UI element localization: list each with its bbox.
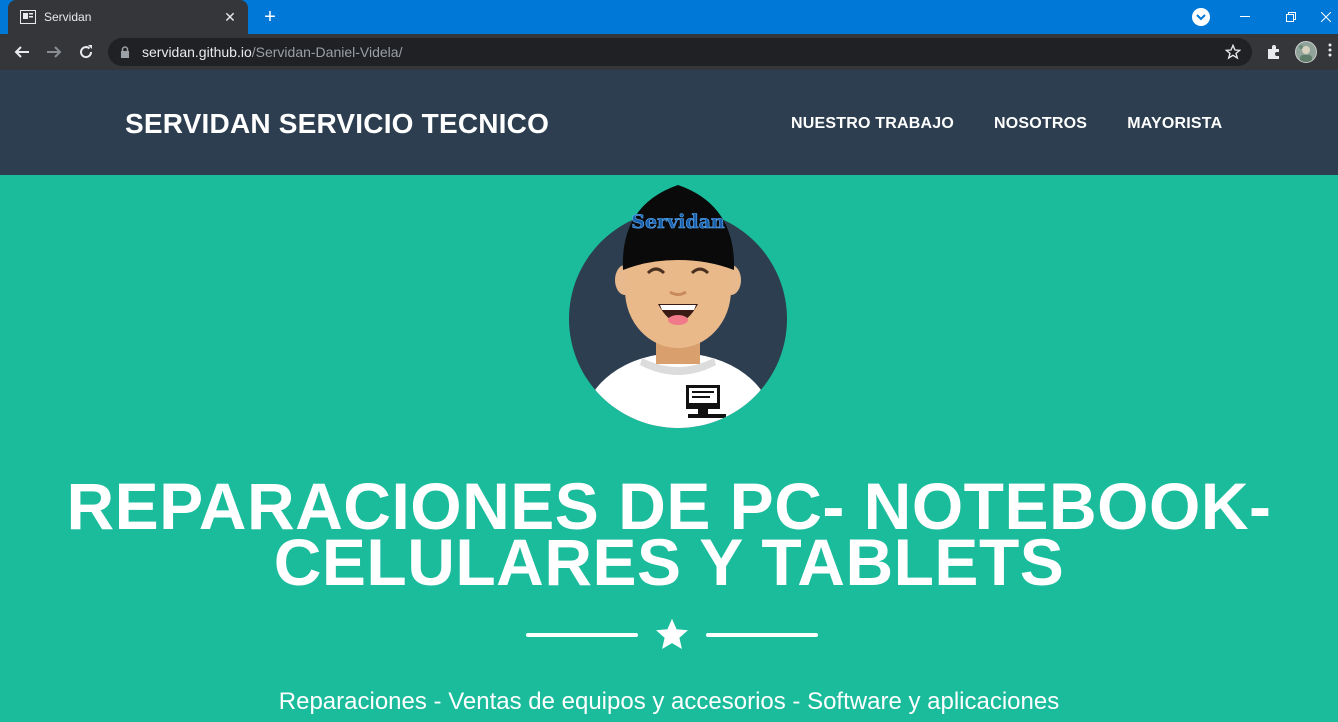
browser-tab-bar: Servidan ✕ + <box>0 0 1338 34</box>
headline-line-2: CELULARES Y TABLETS <box>273 525 1065 599</box>
nav-link-nosotros[interactable]: NOSOTROS <box>994 115 1087 133</box>
divider-line-right <box>706 633 818 637</box>
address-bar[interactable]: servidan.github.io/Servidan-Daniel-Videl… <box>108 38 1252 66</box>
nav-links: NUESTRO TRABAJO NOSOTROS MAYORISTA <box>791 115 1222 133</box>
tab-close-icon[interactable]: ✕ <box>222 9 238 26</box>
browser-menu-icon[interactable] <box>1328 42 1338 62</box>
browser-tab[interactable]: Servidan ✕ <box>8 0 248 34</box>
url-path: /Servidan-Daniel-Videla/ <box>251 44 403 60</box>
cap-text: Servidan <box>631 211 725 233</box>
hero-avatar-image: Servidan <box>568 180 790 430</box>
star-divider <box>526 618 818 652</box>
tab-favicon-icon <box>20 9 36 25</box>
nav-link-mayorista[interactable]: MAYORISTA <box>1127 115 1222 133</box>
tab-title: Servidan <box>44 10 92 24</box>
close-window-button[interactable] <box>1314 0 1338 34</box>
forward-button[interactable] <box>42 40 66 64</box>
bookmark-star-icon[interactable] <box>1224 43 1242 61</box>
site-brand[interactable]: SERVIDAN SERVICIO TECNICO <box>125 108 549 140</box>
star-icon <box>654 618 690 652</box>
back-button[interactable] <box>10 40 34 64</box>
profile-avatar[interactable] <box>1295 41 1317 63</box>
reload-button[interactable] <box>74 40 98 64</box>
restore-button[interactable] <box>1268 0 1314 34</box>
lock-icon <box>120 45 132 59</box>
tab-search-icon[interactable] <box>1192 8 1210 26</box>
browser-toolbar: servidan.github.io/Servidan-Daniel-Videl… <box>0 34 1338 70</box>
new-tab-button[interactable]: + <box>258 5 282 29</box>
divider-line-left <box>526 633 638 637</box>
nav-link-nuestro-trabajo[interactable]: NUESTRO TRABAJO <box>791 115 954 133</box>
extensions-puzzle-icon[interactable] <box>1264 42 1284 62</box>
minimize-button[interactable] <box>1222 0 1268 34</box>
hero-subtitle: Reparaciones - Ventas de equipos y acces… <box>278 688 1060 715</box>
hero-headline: REPARACIONES DE PC- NOTEBOOK- CELULARES … <box>0 473 1338 595</box>
site-navbar: SERVIDAN SERVICIO TECNICO NUESTRO TRABAJ… <box>0 70 1338 175</box>
url-text: servidan.github.io/Servidan-Daniel-Videl… <box>142 44 1224 60</box>
url-host: servidan.github.io <box>142 44 252 60</box>
